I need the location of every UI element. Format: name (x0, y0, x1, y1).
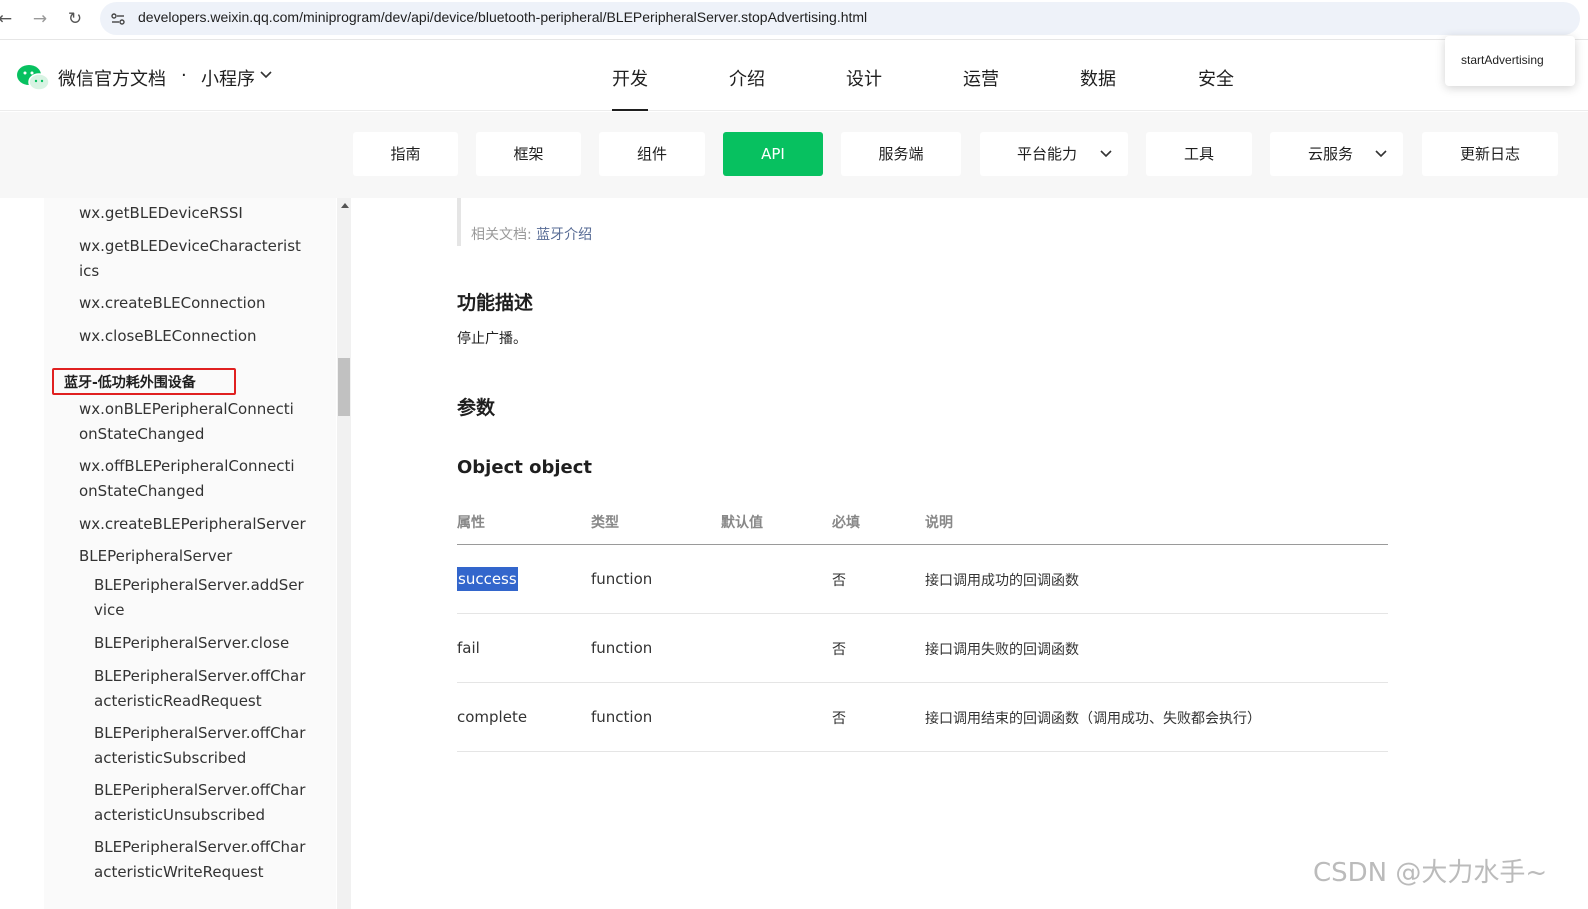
sidebar-item[interactable]: wx.offBLEPeripheralConnectionStateChange… (79, 454, 301, 504)
table-header: 必填 (832, 515, 860, 531)
product-switcher[interactable]: 小程序 (201, 65, 255, 91)
param-name: complete (457, 708, 528, 726)
param-required: 否 (832, 642, 846, 658)
object-title: Object object (457, 457, 593, 478)
sidebar-subitem[interactable]: BLEPeripheralServer.offCharacteristicRea… (94, 664, 309, 714)
site-settings-icon[interactable] (110, 11, 126, 27)
sidebar-item[interactable]: wx.createBLEConnection (79, 291, 319, 316)
watermark: CSDN @大力水手~ (1313, 858, 1548, 888)
url-text[interactable]: developers.weixin.qq.com/miniprogram/dev… (138, 9, 867, 25)
nav-design[interactable]: 设计 (846, 65, 882, 91)
section-title-params: 参数 (457, 397, 496, 419)
param-required: 否 (832, 711, 846, 727)
tab-tools[interactable]: 工具 (1146, 132, 1252, 176)
nav-data[interactable]: 数据 (1080, 65, 1116, 91)
tab-cloud-label: 云服务 (1308, 145, 1354, 163)
chevron-down-icon (1100, 150, 1112, 158)
brand-separator: · (181, 65, 187, 86)
sidebar-item[interactable]: wx.onBLEPeripheralConnectionStateChanged (79, 397, 301, 447)
scroll-up-arrow-icon[interactable] (341, 203, 349, 208)
nav-intro[interactable]: 介绍 (729, 65, 765, 91)
scrollbar-thumb[interactable] (338, 358, 350, 416)
related-docs-label: 相关文档: (471, 227, 537, 243)
address-bar[interactable]: developers.weixin.qq.com/miniprogram/dev… (100, 2, 1580, 35)
sidebar-subitem[interactable]: BLEPeripheralServer.offCharacteristicWri… (94, 835, 309, 885)
sidebar-item[interactable]: wx.getBLEDeviceRSSI (79, 201, 319, 226)
sidebar-scrollbar[interactable] (337, 198, 351, 909)
quote-bar (457, 198, 461, 246)
site-header: 微信官方文档 · 小程序 开发 介绍 设计 运营 数据 安全 (0, 41, 1588, 111)
sub-navigation: 指南 框架 组件 API 服务端 平台能力 工具 云服务 更新日志 (0, 112, 1588, 198)
description-text: 停止广播。 (457, 331, 527, 347)
tab-platform-label: 平台能力 (1017, 145, 1078, 163)
table-row: complete function 否 接口调用结束的回调函数（调用成功、失败都… (457, 683, 1388, 752)
tab-changelog[interactable]: 更新日志 (1422, 132, 1558, 176)
main-content: ​ 相关文档: 蓝牙介绍 功能描述 停止广播。 参数 Object object… (353, 198, 1588, 909)
brand-title[interactable]: 微信官方文档 (58, 65, 166, 91)
tab-server[interactable]: 服务端 (841, 132, 961, 176)
nav-security[interactable]: 安全 (1198, 65, 1234, 91)
param-desc: 接口调用结束的回调函数（调用成功、失败都会执行） (925, 711, 1261, 727)
sidebar-subitem[interactable]: BLEPeripheralServer.offCharacteristicUns… (94, 778, 309, 828)
param-desc: 接口调用失败的回调函数 (925, 642, 1079, 658)
table-header: 说明 (925, 515, 953, 531)
sidebar-group-ble-peripheral[interactable]: 蓝牙-低功耗外围设备 (52, 368, 236, 395)
sidebar-subitem[interactable]: BLEPeripheralServer.addService (94, 573, 309, 623)
param-type: function (591, 570, 653, 588)
sidebar-item[interactable]: wx.closeBLEConnection (79, 324, 319, 349)
sidebar-item[interactable]: wx.getBLEDeviceCharacteristics (79, 234, 304, 284)
tab-guide[interactable]: 指南 (353, 132, 458, 176)
browser-toolbar: ← → ↻ developers.weixin.qq.com/miniprogr… (0, 0, 1588, 40)
table-header: 默认值 (721, 515, 763, 531)
related-docs: 相关文档: 蓝牙介绍 (471, 224, 592, 244)
chevron-down-icon (1375, 150, 1387, 158)
related-docs-link[interactable]: 蓝牙介绍 (536, 227, 592, 243)
sidebar: wx.getBLEDeviceRSSI wx.getBLEDeviceChara… (0, 198, 353, 909)
arrow-left-icon[interactable]: ← (0, 8, 16, 30)
param-desc: 接口调用成功的回调函数 (925, 573, 1079, 589)
tab-components[interactable]: 组件 (599, 132, 705, 176)
sidebar-subitem[interactable]: BLEPeripheralServer.offCharacteristicSub… (94, 721, 309, 771)
table-row: success function 否 接口调用成功的回调函数 (457, 545, 1388, 614)
wechat-logo-icon[interactable] (16, 63, 50, 93)
table-header: 类型 (591, 515, 619, 531)
sidebar-item[interactable]: wx.createBLEPeripheralServer (79, 512, 319, 537)
chevron-down-icon[interactable] (260, 71, 272, 79)
param-name: fail (457, 639, 480, 657)
table-header: 属性 (457, 515, 485, 531)
param-required: 否 (832, 573, 846, 589)
nav-operate[interactable]: 运营 (963, 65, 999, 91)
table-row: fail function 否 接口调用失败的回调函数 (457, 614, 1388, 683)
tooltip: startAdvertising (1445, 36, 1575, 86)
sidebar-item[interactable]: BLEPeripheralServer (79, 544, 319, 569)
sidebar-subitem[interactable]: BLEPeripheralServer.close (94, 631, 309, 656)
section-title-description: 功能描述 (457, 292, 534, 314)
reload-icon[interactable]: ↻ (64, 8, 86, 30)
nav-develop[interactable]: 开发 (612, 65, 648, 111)
arrow-right-icon[interactable]: → (29, 8, 51, 30)
tab-cloud[interactable]: 云服务 (1270, 132, 1403, 176)
param-type: function (591, 708, 653, 726)
tab-api[interactable]: API (723, 132, 823, 176)
tab-framework[interactable]: 框架 (476, 132, 581, 176)
param-name[interactable]: success (457, 567, 518, 591)
tab-platform[interactable]: 平台能力 (980, 132, 1128, 176)
param-type: function (591, 639, 653, 657)
